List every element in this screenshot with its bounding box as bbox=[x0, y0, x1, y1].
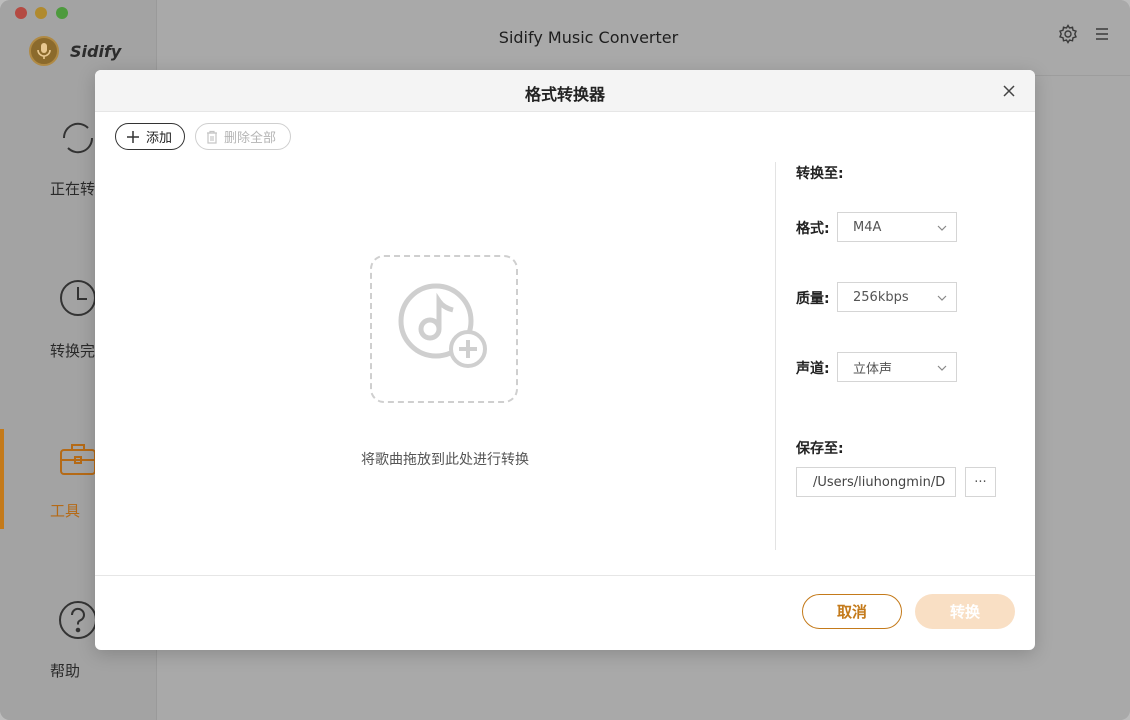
channel-label: 声道: bbox=[796, 361, 830, 377]
browse-button[interactable]: ··· bbox=[965, 467, 996, 497]
save-path-field[interactable]: /Users/liuhongmin/D bbox=[796, 467, 956, 497]
chevron-down-icon bbox=[937, 365, 947, 371]
panel-divider bbox=[775, 162, 776, 550]
chevron-down-icon bbox=[937, 295, 947, 301]
toolbox-icon bbox=[58, 438, 98, 478]
format-select[interactable]: M4A bbox=[837, 212, 957, 242]
dialog-header: 格式转换器 bbox=[95, 70, 1035, 112]
quality-label: 质量: bbox=[796, 291, 830, 307]
delete-all-label: 删除全部 bbox=[224, 131, 277, 146]
music-add-icon bbox=[398, 283, 487, 368]
format-select-value: M4A bbox=[853, 219, 882, 235]
trash-icon bbox=[207, 130, 217, 144]
refresh-icon bbox=[58, 118, 98, 158]
clock-icon bbox=[58, 278, 98, 318]
menu-icon[interactable] bbox=[1092, 24, 1112, 44]
sidify-logo-icon bbox=[29, 36, 59, 66]
add-button-label: 添加 bbox=[146, 131, 173, 146]
footer-divider bbox=[95, 575, 1035, 576]
quality-select-value: 256kbps bbox=[853, 289, 909, 305]
convert-to-label: 转换至: bbox=[796, 166, 844, 182]
drop-hint-text: 将歌曲拖放到此处进行转换 bbox=[361, 452, 529, 468]
chevron-down-icon bbox=[937, 225, 947, 231]
add-button[interactable]: 添加 bbox=[115, 123, 185, 150]
close-window-button[interactable] bbox=[15, 7, 27, 19]
sidebar-item-label: 工具 bbox=[50, 502, 81, 520]
settings-gear-icon[interactable] bbox=[1058, 24, 1078, 44]
cancel-button[interactable]: 取消 bbox=[802, 594, 902, 629]
plus-icon bbox=[127, 130, 139, 143]
sidebar-item-label: 转换完 bbox=[50, 342, 96, 360]
help-icon bbox=[58, 600, 98, 640]
sidebar-item-label: 正在转 bbox=[50, 180, 96, 198]
channel-select[interactable]: 立体声 bbox=[837, 352, 957, 382]
minimize-window-button[interactable] bbox=[35, 7, 47, 19]
channel-select-value: 立体声 bbox=[853, 361, 893, 377]
dialog-title: 格式转换器 bbox=[524, 85, 605, 104]
format-label: 格式: bbox=[796, 221, 830, 237]
logo-text: Sidify bbox=[70, 42, 122, 61]
close-icon[interactable] bbox=[1001, 83, 1017, 99]
sidebar-item-label: 帮助 bbox=[50, 662, 81, 680]
quality-select[interactable]: 256kbps bbox=[837, 282, 957, 312]
app-title: Sidify Music Converter bbox=[498, 28, 679, 47]
format-converter-dialog: 格式转换器 添加 删除全部 将歌曲拖放到此处进行转换 转换至: 格式: M4A … bbox=[95, 70, 1035, 650]
zoom-window-button[interactable] bbox=[56, 7, 68, 19]
save-to-label: 保存至: bbox=[796, 441, 844, 457]
song-drop-zone[interactable] bbox=[370, 255, 518, 403]
convert-button[interactable]: 转换 bbox=[915, 594, 1015, 629]
delete-all-button[interactable]: 删除全部 bbox=[195, 123, 291, 150]
